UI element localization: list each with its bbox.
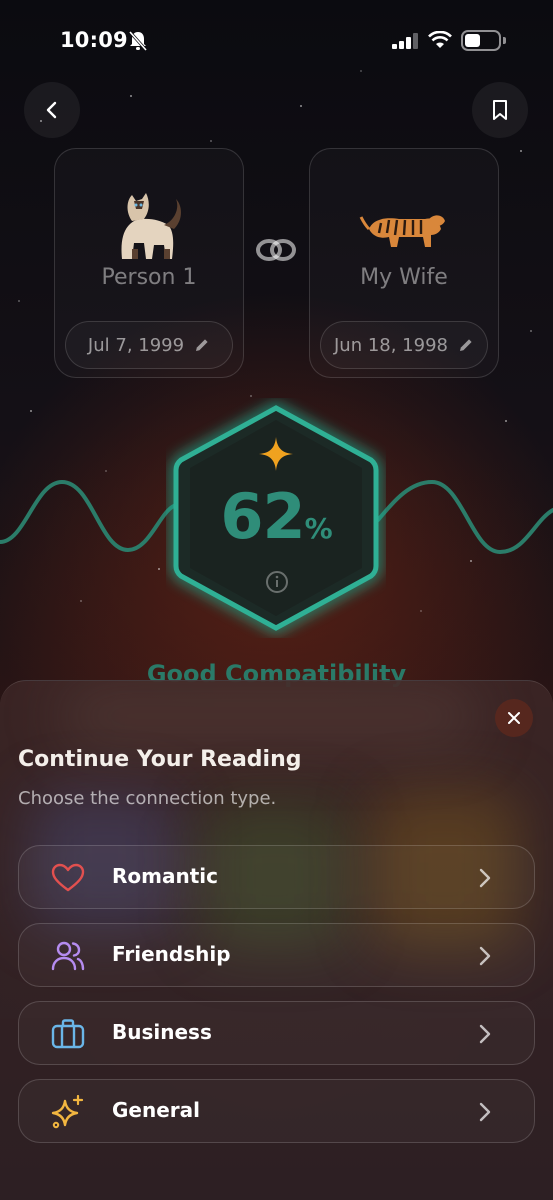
info-icon[interactable] [265, 570, 289, 594]
option-romantic[interactable]: Romantic [18, 845, 535, 909]
option-general[interactable]: General [18, 1079, 535, 1143]
bell-muted-icon [128, 31, 148, 51]
option-label: General [112, 1098, 200, 1122]
heart-icon [51, 862, 85, 894]
percent-sign: % [304, 512, 333, 545]
person1-date: Jul 7, 1999 [87, 334, 185, 356]
chevron-right-icon [479, 946, 491, 966]
users-icon [51, 940, 85, 972]
tiger-icon [310, 179, 498, 269]
signal-icon [392, 33, 418, 49]
chevron-right-icon [479, 868, 491, 888]
person2-name: My Wife [360, 265, 448, 290]
sheet-title: Continue Your Reading [18, 747, 302, 772]
briefcase-icon [51, 1018, 85, 1050]
battery-icon [461, 30, 501, 51]
pencil-icon [460, 339, 472, 351]
bookmark-button[interactable] [472, 82, 528, 138]
link-rings-icon [256, 239, 296, 261]
person1-name: Person 1 [101, 265, 197, 290]
back-button[interactable] [24, 82, 80, 138]
person2-date: Jun 18, 1998 [333, 334, 448, 356]
chevron-right-icon [479, 1024, 491, 1044]
option-label: Romantic [112, 864, 218, 888]
sparkles-icon [51, 1095, 85, 1129]
compatibility-percent: 62% [176, 480, 376, 553]
option-label: Friendship [112, 942, 231, 966]
person2-date-button[interactable]: Jun 18, 1998 [320, 321, 488, 369]
pencil-icon [196, 339, 208, 351]
bookmark-icon [493, 100, 507, 120]
status-time: 10:09 [60, 28, 128, 52]
siamese-cat-icon [55, 179, 243, 269]
sheet-subtitle: Choose the connection type. [18, 788, 277, 809]
status-bar: 10:09 [0, 0, 553, 82]
person1-card[interactable]: Person 1 Jul 7, 1999 [54, 148, 244, 378]
option-label: Business [112, 1020, 212, 1044]
chevron-right-icon [479, 1102, 491, 1122]
sparkle-icon [259, 437, 293, 471]
chevron-left-icon [46, 101, 57, 119]
percent-value: 62 [220, 480, 305, 553]
option-friendship[interactable]: Friendship [18, 923, 535, 987]
option-business[interactable]: Business [18, 1001, 535, 1065]
app-screen: 10:09 Person 1 Jul 7, 1999 My Wife Jun 1… [0, 0, 553, 1200]
wifi-icon [428, 31, 452, 48]
person1-date-button[interactable]: Jul 7, 1999 [65, 321, 233, 369]
close-icon [508, 712, 520, 724]
close-button[interactable] [495, 699, 533, 737]
connection-type-sheet: Continue Your Reading Choose the connect… [0, 680, 553, 1200]
person2-card[interactable]: My Wife Jun 18, 1998 [309, 148, 499, 378]
